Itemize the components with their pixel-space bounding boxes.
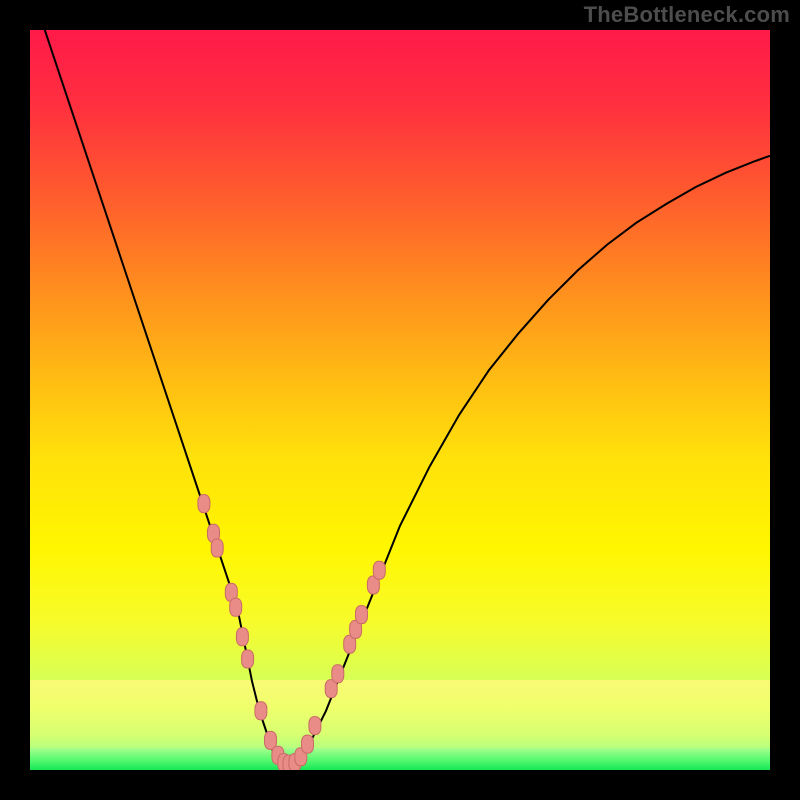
data-marker xyxy=(230,598,242,616)
data-marker xyxy=(302,735,314,753)
plot-area xyxy=(30,30,770,770)
data-marker xyxy=(309,717,321,735)
chart-frame: TheBottleneck.com xyxy=(0,0,800,800)
data-marker xyxy=(236,628,248,646)
watermark-text: TheBottleneck.com xyxy=(584,2,790,28)
data-marker xyxy=(356,606,368,624)
bottleneck-curve xyxy=(45,30,770,766)
data-marker xyxy=(211,539,223,557)
data-marker xyxy=(332,665,344,683)
data-marker xyxy=(255,702,267,720)
curve-layer xyxy=(30,30,770,770)
marker-group xyxy=(198,495,385,770)
data-marker xyxy=(198,495,210,513)
data-marker xyxy=(242,650,254,668)
data-marker xyxy=(373,561,385,579)
